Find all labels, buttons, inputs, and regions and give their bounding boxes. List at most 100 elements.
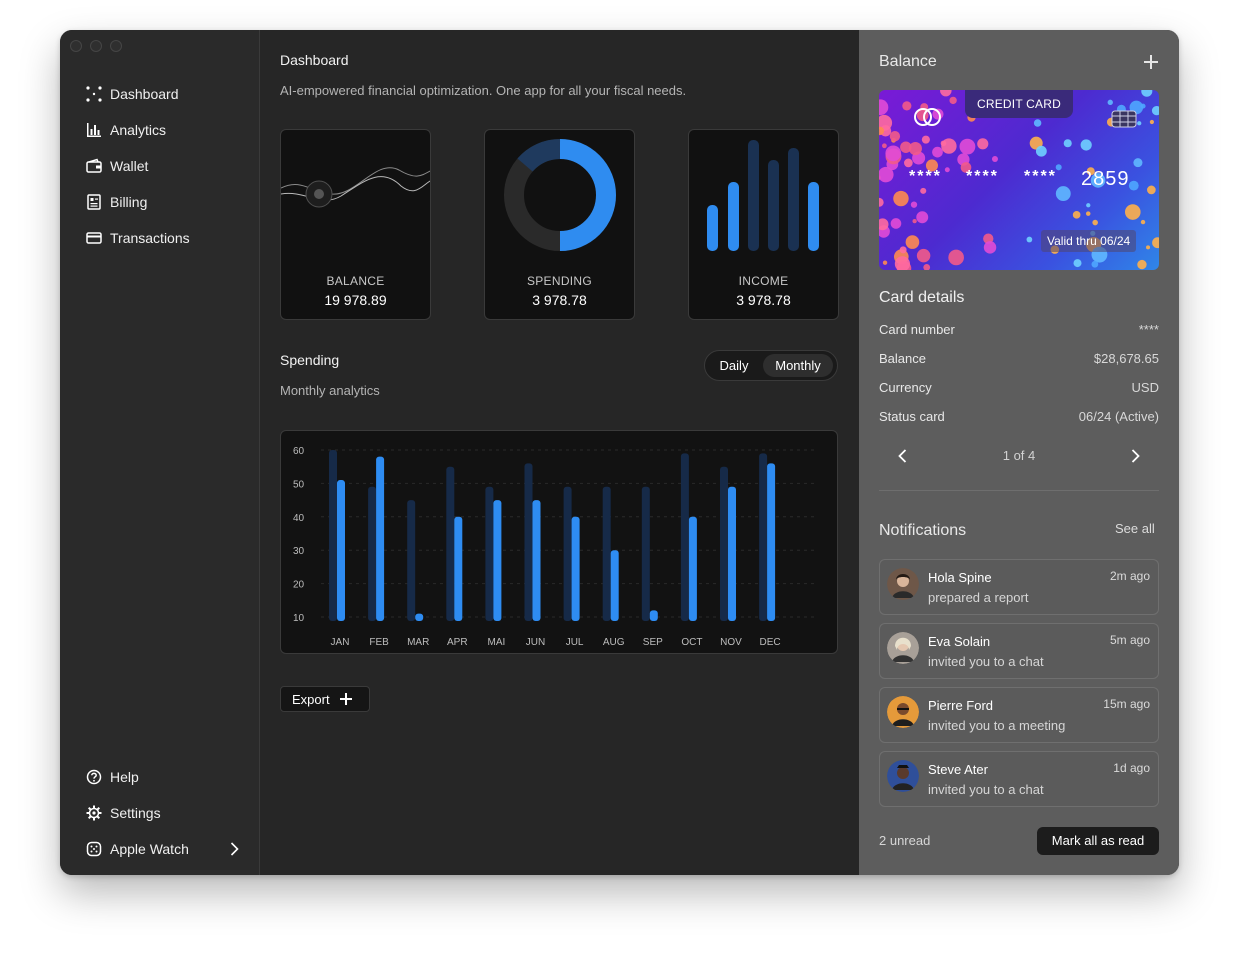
minimize-window-button[interactable]: [90, 40, 102, 52]
card-number-group-3: ****: [1024, 168, 1057, 185]
card-dot: [889, 131, 901, 142]
help-icon: [86, 769, 102, 785]
pager-indicator: 1 of 4: [1002, 448, 1036, 463]
card-dot: [1147, 185, 1156, 195]
chevron-right-icon[interactable]: [1127, 448, 1143, 464]
notification-item[interactable]: Hola Spine prepared a report 2m ago: [879, 559, 1159, 615]
card-logo-icon: [914, 108, 941, 126]
sidebar-item-wallet[interactable]: Wallet: [86, 148, 246, 184]
card-dot: [921, 135, 930, 144]
card-dot: [1086, 203, 1091, 208]
chart-bar-background[interactable]: [524, 463, 533, 621]
daily-toggle-option[interactable]: Daily: [709, 354, 759, 377]
stat-label: BALANCE: [326, 274, 385, 288]
chart-bar[interactable]: [571, 516, 580, 621]
chart-bar[interactable]: [728, 486, 736, 621]
sidebar-bottom-nav: Help Settings Apple Watch: [86, 759, 246, 867]
chart-bar-background[interactable]: [680, 453, 689, 621]
chart-bar[interactable]: [688, 516, 697, 621]
close-window-button[interactable]: [70, 40, 82, 52]
card-dot: [944, 167, 950, 173]
stat-value: 3 978.78: [532, 292, 587, 308]
chart-bar-background[interactable]: [602, 486, 611, 621]
y-tick-label: 30: [293, 546, 305, 557]
chart-bar[interactable]: [337, 480, 345, 621]
stat-value: 19 978.89: [324, 292, 387, 308]
chart-bar-background[interactable]: [446, 466, 455, 621]
monthly-toggle-option[interactable]: Monthly: [763, 354, 833, 377]
x-tick-label: OCT: [681, 637, 702, 648]
card-dot: [882, 260, 888, 265]
chart-bar-background[interactable]: [641, 486, 650, 621]
detail-value: 06/24 (Active): [1078, 409, 1159, 424]
sidebar-item-label: Wallet: [110, 158, 149, 174]
card-dot: [910, 201, 918, 208]
notification-item[interactable]: Steve Ater invited you to a chat 1d ago: [879, 751, 1159, 807]
chart-bar-background[interactable]: [485, 486, 494, 621]
notification-item[interactable]: Pierre Ford invited you to a meeting 15m…: [879, 687, 1159, 743]
chart-bar-background[interactable]: [368, 486, 377, 621]
card-last-four: 2859: [1081, 168, 1130, 190]
card-dot: [905, 235, 920, 249]
sidebar-item-dashboard[interactable]: Dashboard: [86, 76, 246, 112]
sidebar: Dashboard Analytics Wallet Billing Trans…: [60, 30, 260, 875]
sidebar-item-apple-watch[interactable]: Apple Watch: [86, 831, 246, 867]
card-dot: [904, 158, 913, 168]
sidebar-item-analytics[interactable]: Analytics: [86, 112, 246, 148]
card-dot: [879, 197, 884, 207]
card-dot: [1035, 145, 1047, 157]
chevron-right-icon[interactable]: [226, 841, 242, 857]
card-dot: [890, 218, 902, 229]
spending-bar-chart: 10 20 30 40 50 60 JAN FEB MAR APR MAI JUN JUL AUG SEP O…: [293, 446, 816, 648]
card-dot: [977, 138, 989, 150]
export-button[interactable]: Export: [280, 686, 370, 712]
chart-bar-background[interactable]: [759, 453, 768, 621]
chart-bar[interactable]: [767, 463, 776, 621]
y-tick-label: 20: [293, 580, 305, 591]
chart-bar[interactable]: [610, 550, 619, 621]
notification-item[interactable]: Eva Solain invited you to a chat 5m ago: [879, 623, 1159, 679]
card-dot: [1026, 236, 1033, 243]
divider: [879, 490, 1159, 491]
credit-card[interactable]: CREDIT CARD **** **** **** 2859 Valid th…: [879, 90, 1159, 270]
chart-bar[interactable]: [415, 613, 424, 621]
income-card[interactable]: INCOME 3 978.78: [688, 129, 839, 320]
notification-name: Hola Spine: [928, 570, 992, 585]
x-tick-label: NOV: [720, 637, 742, 648]
chart-bar[interactable]: [532, 500, 541, 621]
see-all-link[interactable]: See all: [1115, 521, 1155, 536]
y-tick-label: 40: [293, 513, 305, 524]
card-dot: [912, 218, 917, 224]
sidebar-item-settings[interactable]: Settings: [86, 795, 246, 831]
chart-bar[interactable]: [376, 456, 385, 621]
avatar: [887, 632, 919, 664]
app-window: Dashboard Analytics Wallet Billing Trans…: [60, 30, 1179, 875]
chart-bar[interactable]: [649, 610, 658, 621]
x-tick-label: JUN: [526, 637, 545, 648]
mark-all-read-button[interactable]: Mark all as read: [1037, 827, 1159, 855]
notification-name: Pierre Ford: [928, 698, 994, 713]
balance-card[interactable]: BALANCE 19 978.89: [280, 129, 431, 320]
chart-bar-background[interactable]: [407, 500, 416, 621]
add-card-button[interactable]: [1143, 54, 1159, 70]
chart-bar-background[interactable]: [329, 450, 337, 621]
chart-bar[interactable]: [493, 500, 502, 621]
sidebar-item-label: Dashboard: [110, 86, 179, 102]
window-controls: [70, 40, 122, 52]
detail-key: Status card: [879, 409, 945, 424]
detail-value: USD: [1131, 380, 1159, 395]
card-dot: [941, 138, 957, 154]
chevron-left-icon[interactable]: [895, 448, 911, 464]
sidebar-item-help[interactable]: Help: [86, 759, 246, 795]
sidebar-item-label: Apple Watch: [110, 841, 189, 857]
chart-bar[interactable]: [454, 516, 463, 621]
chart-bar-background[interactable]: [563, 486, 572, 621]
sidebar-item-billing[interactable]: Billing: [86, 184, 246, 220]
chart-bar-background[interactable]: [720, 466, 728, 621]
spending-title: Spending: [280, 352, 340, 368]
zoom-window-button[interactable]: [110, 40, 122, 52]
sidebar-item-transactions[interactable]: Transactions: [86, 220, 246, 256]
stat-value: 3 978.78: [736, 292, 791, 308]
card-dot: [1137, 121, 1142, 126]
spending-card[interactable]: SPENDING 3 978.78: [484, 129, 635, 320]
